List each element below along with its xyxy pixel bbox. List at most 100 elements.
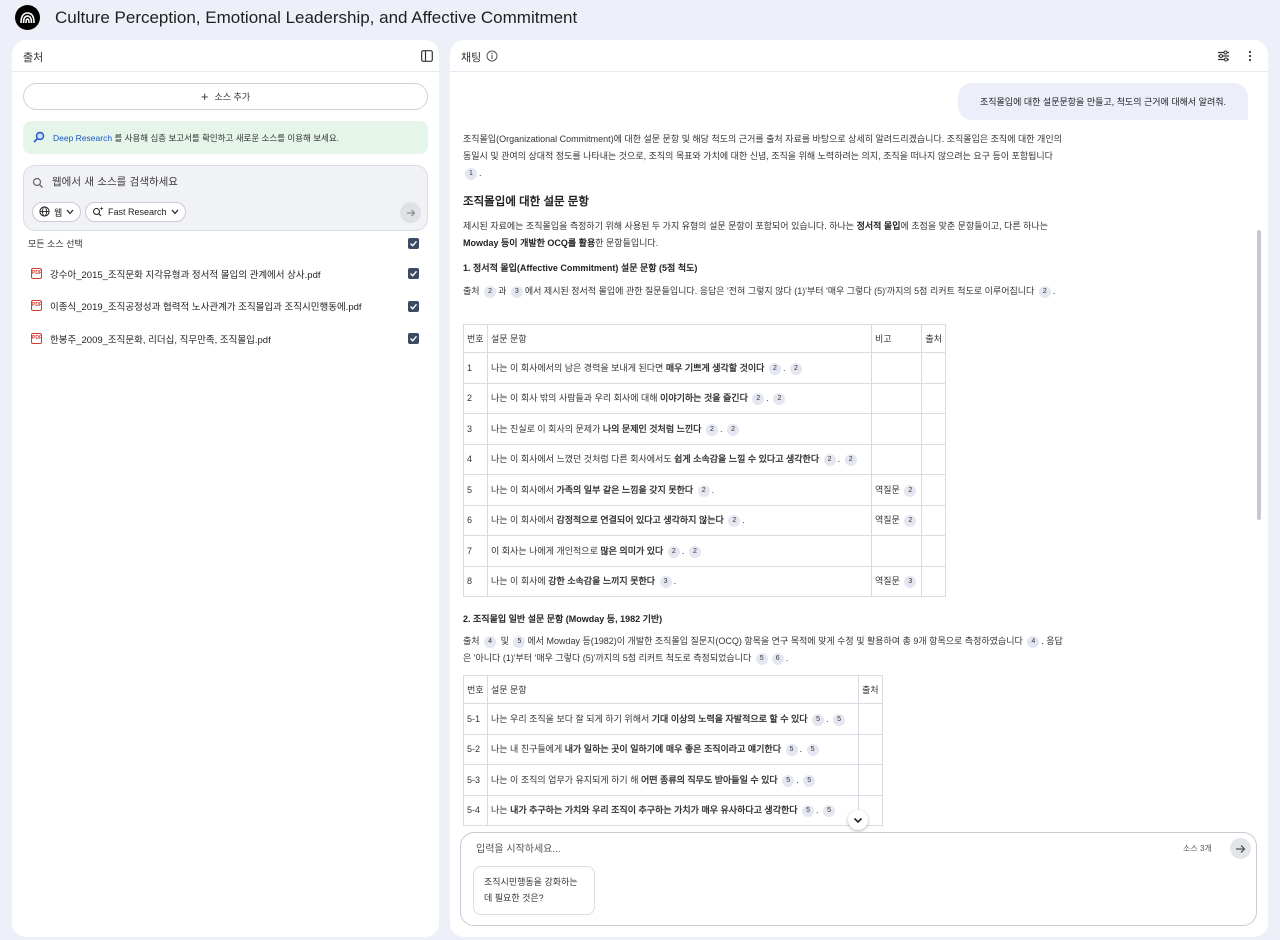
user-message: 조직몰입에 대한 설문문항을 만들고, 척도의 근거에 대해서 알려줘. (958, 83, 1248, 120)
citation-chip[interactable]: 2 (752, 393, 765, 406)
subsection-heading-2: 2. 조직몰입 일반 설문 문항 (Mowday 등, 1982 기반) (463, 614, 663, 624)
citation-chip[interactable]: 5 (833, 713, 846, 726)
note-cell (870, 535, 923, 567)
sources-panel-header: 출처 (12, 40, 439, 72)
citation-chip[interactable]: 5 (812, 713, 825, 726)
chat-input[interactable] (476, 840, 1156, 858)
source-item[interactable]: PDF 강수아_2015_조직문화 지각유형과 정서적 몰입의 관계에서 상사.… (31, 266, 411, 282)
source-checkbox[interactable] (408, 301, 419, 312)
citation-chip[interactable]: 3 (904, 576, 917, 589)
table-row: 5-3 나는 이 조직의 업무가 유지되게 하기 해 어떤 종류의 직무도 받아들… (463, 764, 883, 796)
add-source-button[interactable]: + 소스 추가 (23, 83, 428, 110)
tune-settings-icon[interactable] (1215, 48, 1231, 64)
question-emphasis: 가족의 일부 같은 느낌을 갖지 못한다 (556, 484, 694, 495)
question-emphasis: 매우 기쁘게 생각할 것이다 (665, 362, 765, 373)
suggested-question-chip[interactable]: 조직시민행동을 강화하는 데 필요한 것은? (473, 866, 595, 915)
citation-chip[interactable]: 2 (823, 454, 836, 467)
more-vert-icon[interactable] (1242, 48, 1258, 64)
chat-scrollbar[interactable] (1257, 230, 1261, 520)
research-mode-dropdown[interactable]: Fast Research (85, 202, 186, 222)
question-emphasis: 어떤 종류의 직무도 받아들일 수 있다 (640, 774, 778, 785)
subsection-paragraph-2: 출처 4 및 5 에서 Mowday 등(1982)이 개발한 조직몰입 질문지(… (463, 636, 1063, 665)
source-cell (921, 504, 947, 536)
chat-composer: 소스 3개 조직시민행동을 강화하는 데 필요한 것은? (460, 832, 1257, 926)
citation-chip[interactable]: 2 (688, 545, 701, 558)
source-item[interactable]: PDF 이종식_2019_조직공정성과 협력적 노사관계가 조직몰입과 조직시민… (31, 298, 411, 314)
select-all-checkbox[interactable] (408, 238, 419, 249)
sparkle-search-icon (92, 206, 104, 219)
citation-chip[interactable]: 5 (755, 653, 768, 665)
citation-chip[interactable]: 1 (465, 168, 477, 180)
citation-chip[interactable]: 2 (904, 515, 917, 528)
table-header: 설문 문항 (487, 324, 872, 353)
info-icon[interactable] (484, 48, 500, 64)
citation-chip[interactable]: 3 (659, 576, 672, 589)
sub1-text-b: 과 (498, 286, 507, 296)
citation-chip[interactable]: 5 (823, 805, 836, 818)
citation-chip[interactable]: 5 (806, 744, 819, 757)
ocq-table: 번호 설문 문항 출처 5-1 나는 우리 조직을 보다 잘 되게 하기 위해서 … (463, 675, 883, 826)
citation-chip[interactable]: 5 (803, 774, 816, 787)
citation-chip[interactable]: 2 (727, 423, 740, 436)
chevron-down-icon (66, 207, 74, 217)
citation-chip[interactable]: 2 (667, 545, 680, 558)
question-text: 나는 이 회사 밖의 사람들과 우리 회사에 대해 (491, 393, 661, 404)
source-checkbox[interactable] (408, 268, 419, 279)
citation-chip[interactable]: 4 (484, 636, 497, 648)
pdf-icon: PDF (31, 333, 42, 344)
table-row: 3 나는 진실로 이 회사의 문제가 나의 문제인 것처럼 느낀다 2. 2 (463, 413, 947, 445)
citation-chip[interactable]: 5 (782, 774, 795, 787)
citation-chip[interactable]: 5 (802, 805, 815, 818)
chat-scroll-area[interactable]: 조직몰입에 대한 설문문항을 만들고, 척도의 근거에 대해서 알려줘. 조직몰… (450, 72, 1258, 832)
notebook-title[interactable]: Culture Perception, Emotional Leadership… (55, 8, 577, 28)
table-row: 7이 회사는 나에게 개인적으로 많은 의미가 있다 2. 2 (463, 535, 947, 567)
sub1-text-c: 에서 제시된 정서적 몰입에 관한 질문들입니다. 응답은 '전혀 그렇지 않다… (524, 286, 1035, 296)
citation-chip[interactable]: 2 (768, 362, 781, 375)
source-count-badge: 소스 3개 (1183, 844, 1212, 853)
web-source-dropdown[interactable]: 웹 (32, 202, 82, 222)
citation-chip[interactable]: 2 (484, 286, 497, 298)
deep-research-link[interactable]: Deep Research (53, 133, 112, 143)
citation-chip[interactable]: 3 (510, 286, 523, 298)
search-submit-button[interactable] (400, 202, 421, 223)
source-item[interactable]: PDF 한봉주_2009_조직문화, 리더십, 직무만족, 조직몰입.pdf (31, 331, 411, 347)
source-checkbox[interactable] (408, 333, 419, 344)
citation-chip[interactable]: 5 (513, 636, 526, 648)
app-logo-icon[interactable] (15, 5, 40, 30)
citation-chip[interactable]: 4 (1027, 636, 1040, 648)
question-text: 이 회사는 나에게 개인적으로 (491, 545, 601, 556)
plus-icon: + (200, 89, 209, 104)
citation-chip[interactable]: 2 (705, 423, 718, 436)
question-text: 나는 이 회사에서 (491, 484, 557, 495)
sources-panel-title: 출처 (23, 52, 44, 64)
citation-chip[interactable]: 2 (697, 484, 710, 497)
citation-chip[interactable]: 2 (1038, 286, 1051, 298)
citation-chip[interactable]: 2 (728, 515, 741, 528)
table-row: 5-2 나는 내 친구들에게 내가 일하는 곳이 일하기에 매우 좋은 조직이라고… (463, 733, 883, 765)
table-header: 번호 (463, 324, 488, 353)
deep-research-banner: Deep Research 를 사용해 심층 보고서를 확인하고 새로운 소스를… (23, 121, 428, 154)
citation-chip[interactable]: 6 (771, 653, 784, 665)
citation-chip[interactable]: 2 (844, 454, 857, 467)
section-p1-mid: 에 초점을 맞춘 문항들이고, 다른 하나는 (900, 221, 1048, 231)
note-cell (870, 352, 923, 384)
send-button[interactable] (1230, 838, 1251, 859)
row-number: 2 (463, 382, 488, 414)
question-emphasis: 많은 의미가 있다 (600, 545, 664, 556)
add-source-label: 소스 추가 (214, 92, 251, 102)
question-text: 나는 내 친구들에게 (491, 744, 565, 755)
citation-chip[interactable]: 2 (904, 484, 917, 497)
row-number: 5-2 (463, 733, 488, 765)
table-header: 출처 (921, 324, 947, 353)
note-text: 역질문 (875, 576, 903, 587)
source-search-input[interactable] (52, 172, 412, 192)
collapse-panel-icon[interactable] (419, 48, 435, 64)
citation-chip[interactable]: 2 (789, 362, 802, 375)
note-cell (870, 382, 923, 414)
question-text: 나는 이 회사에서의 남은 경력을 보내게 된다면 (491, 362, 666, 373)
citation-chip[interactable]: 5 (785, 744, 798, 757)
scroll-to-bottom-button[interactable] (848, 810, 868, 830)
citation-chip[interactable]: 2 (773, 393, 786, 406)
web-chip-label: 웹 (54, 207, 63, 218)
question-cell: 나는 이 조직의 업무가 유지되게 하기 해 어떤 종류의 직무도 받아들일 수… (487, 764, 859, 796)
